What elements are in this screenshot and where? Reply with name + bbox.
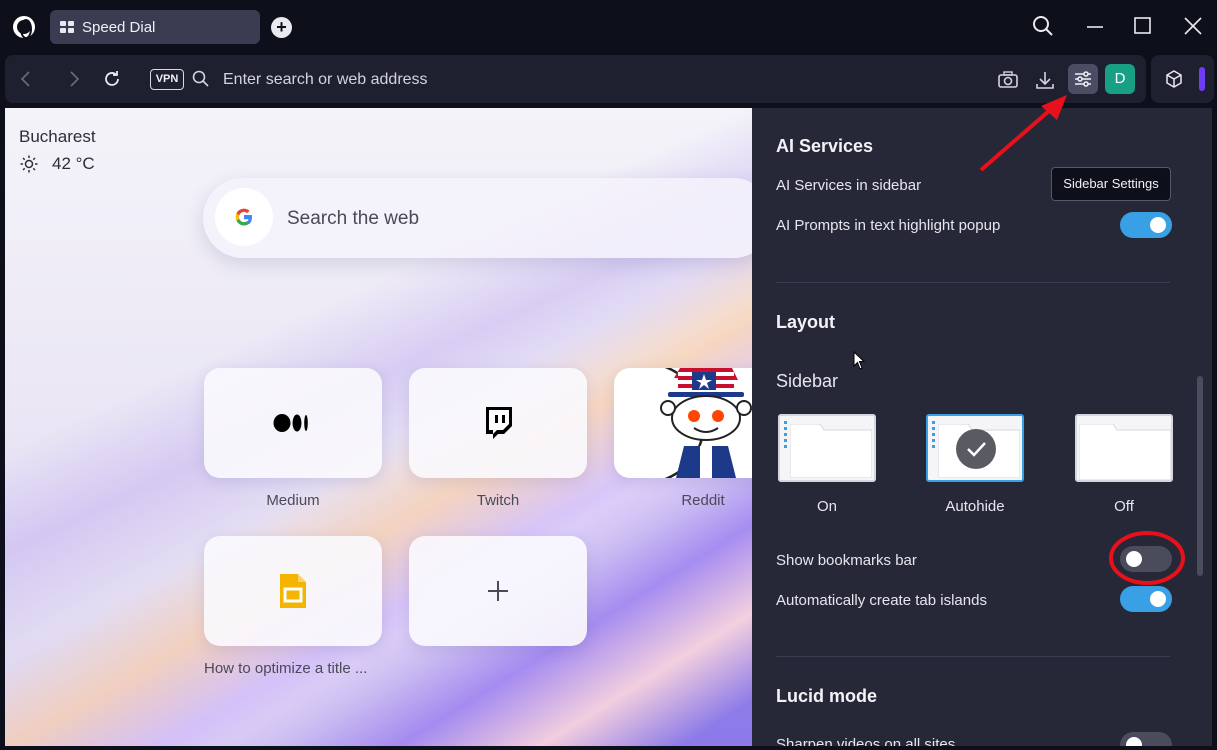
new-tab-button[interactable]: + (271, 17, 292, 38)
sidebar-toggle-indicator[interactable] (1199, 67, 1205, 91)
sidebar-option-off-label: Off (1114, 498, 1134, 515)
tile-label-reddit: Reddit (681, 492, 725, 509)
sidebar-option-autohide-label: Autohide (945, 498, 1005, 515)
medium-logo-icon (273, 414, 308, 432)
speed-dial-tile-reddit[interactable] (614, 368, 752, 478)
opera-logo-icon[interactable] (13, 16, 35, 39)
divider (776, 282, 1170, 283)
vpn-badge[interactable]: VPN (150, 69, 184, 90)
address-bar: VPN D (5, 55, 1146, 103)
tile-label-medium: Medium (266, 492, 320, 509)
extensions-bar (1151, 55, 1214, 103)
forward-icon[interactable] (63, 69, 83, 89)
sidebar-settings-button[interactable] (1068, 64, 1098, 94)
title-bar: Speed Dial + (0, 0, 1217, 55)
search-tabs-icon[interactable] (1031, 14, 1055, 38)
web-search-box[interactable] (203, 178, 752, 258)
sidebar-heading: Sidebar (776, 371, 839, 391)
search-icon (192, 70, 209, 87)
back-icon[interactable] (17, 69, 37, 89)
section-title-layout: Layout (776, 312, 836, 332)
twitch-logo-icon (486, 407, 512, 439)
sidebar-option-on[interactable] (778, 414, 876, 482)
setting-show-bookmarks-bar-label: Show bookmarks bar (776, 552, 917, 569)
divider (776, 656, 1170, 657)
minimize-icon[interactable] (1083, 14, 1107, 38)
add-speed-dial-button[interactable] (409, 536, 587, 646)
tile-label-twitch: Twitch (476, 492, 520, 509)
sidebar-dots (784, 421, 787, 449)
profile-avatar[interactable]: D (1105, 64, 1135, 94)
extensions-cube-icon[interactable] (1163, 68, 1185, 90)
sharpen-videos-toggle[interactable] (1120, 732, 1172, 746)
tile-label-google-slides: How to optimize a title ... (204, 660, 368, 677)
speed-dial-page: Bucharest 42 °C Medium (5, 108, 752, 746)
setting-tab-islands-label: Automatically create tab islands (776, 592, 987, 609)
web-search-input[interactable] (287, 204, 687, 234)
speed-dial-tile-medium[interactable] (204, 368, 382, 478)
setting-sharpen-videos-label: Sharpen videos on all sites (776, 736, 956, 746)
plus-icon (488, 581, 508, 601)
weather-temperature: 42 °C (52, 154, 95, 173)
sliders-icon (1075, 71, 1091, 87)
setting-ai-services-in-sidebar[interactable]: AI Services in sidebar (776, 177, 921, 194)
speed-dial-tile-google-slides[interactable] (204, 536, 382, 646)
sidebar-option-autohide[interactable] (926, 414, 1024, 482)
sidebar-option-on-label: On (816, 498, 837, 515)
sidebar-option-off[interactable] (1075, 414, 1173, 482)
reload-icon[interactable] (102, 69, 122, 89)
setting-ai-prompts-label: AI Prompts in text highlight popup (776, 217, 1001, 234)
snapshot-camera-icon[interactable] (995, 67, 1021, 93)
reddit-uncle-sam-icon (614, 368, 752, 478)
address-input[interactable] (223, 67, 783, 93)
tab-label: Speed Dial (82, 19, 156, 36)
close-icon[interactable] (1181, 14, 1205, 38)
panel-scrollbar[interactable] (1197, 376, 1203, 576)
google-logo-icon (215, 188, 273, 246)
tab-islands-toggle[interactable] (1120, 586, 1172, 612)
section-title-lucid-mode: Lucid mode (776, 686, 878, 706)
download-icon[interactable] (1032, 67, 1058, 93)
easy-setup-panel: AI Services AI Services in sidebar AI Pr… (752, 108, 1212, 746)
maximize-icon[interactable] (1131, 14, 1155, 38)
window-preview-icon (1078, 423, 1172, 481)
mouse-cursor-icon (853, 351, 866, 370)
window-preview-icon (789, 423, 873, 479)
speed-dial-grid-icon (60, 21, 74, 33)
sidebar-settings-tooltip: Sidebar Settings (1051, 167, 1171, 201)
section-title-ai-services: AI Services (776, 136, 874, 156)
google-slides-icon (280, 574, 306, 608)
sidebar-dots (932, 421, 935, 449)
show-bookmarks-bar-toggle[interactable] (1120, 546, 1172, 572)
weather-city: Bucharest (19, 127, 96, 146)
checkmark-icon (956, 429, 996, 469)
speed-dial-tile-twitch[interactable] (409, 368, 587, 478)
sun-icon (20, 155, 38, 173)
tab-speed-dial[interactable]: Speed Dial (50, 10, 260, 44)
ai-prompts-toggle[interactable] (1120, 212, 1172, 238)
